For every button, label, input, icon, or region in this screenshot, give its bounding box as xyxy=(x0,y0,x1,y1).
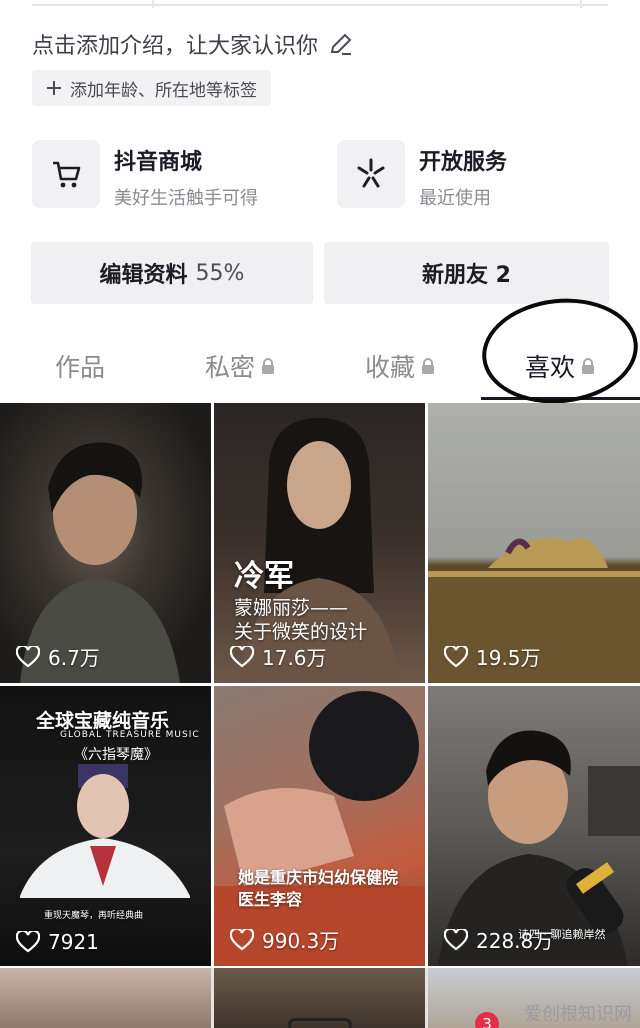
profile-completion-percent: 55% xyxy=(195,260,245,286)
video-thumbnail[interactable]: 19.5万 xyxy=(428,403,640,683)
lock-icon xyxy=(422,357,434,374)
heart-icon xyxy=(16,645,40,667)
like-count: 17.6万 xyxy=(230,642,327,671)
watermark-text: 爱创根知识网 xyxy=(524,1004,632,1025)
service-subtitle: 美好生活触手可得 xyxy=(114,188,258,209)
service-title: 抖音商城 xyxy=(114,150,203,175)
man-with-microphone-illustration xyxy=(438,730,640,966)
like-count: 19.5万 xyxy=(444,642,541,671)
like-count: 990.3万 xyxy=(230,925,339,954)
video-thumbnail[interactable]: 她是重庆市妇幼保健院 医生李容 990.3万 xyxy=(214,686,425,966)
video-caption-line: 关于微笑的设计 xyxy=(234,621,368,643)
like-count-text: 19.5万 xyxy=(476,646,541,670)
new-friends-button[interactable]: 新朋友 2 xyxy=(324,242,609,304)
top-divider xyxy=(32,0,608,8)
profile-tabs: 作品 私密 收藏 喜欢 xyxy=(0,330,640,402)
costume-character-illustration xyxy=(20,764,190,898)
tab-label: 收藏 xyxy=(364,353,415,382)
seedling-soil-illustration xyxy=(428,537,640,683)
video-caption-line: 她是重庆市妇幼保健院 xyxy=(238,868,399,887)
service-title: 开放服务 xyxy=(419,150,508,175)
add-tags-chip[interactable]: 添加年龄、所在地等标签 xyxy=(32,70,271,106)
like-count-text: 990.3万 xyxy=(262,929,340,953)
new-friends-label: 新朋友 2 xyxy=(422,263,511,288)
service-douyin-mall[interactable]: 抖音商城 美好生活触手可得 xyxy=(32,140,258,210)
like-count-text: 7921 xyxy=(48,930,99,954)
video-caption-line: 重现天魔琴，再听经典曲 xyxy=(44,911,144,921)
like-count-text: 6.7万 xyxy=(48,646,100,670)
video-thumbnail[interactable]: 全球宝藏纯音乐 GLOBAL TREASURE MUSIC 《六指琴魔》 重现天… xyxy=(0,686,211,966)
heart-icon xyxy=(230,928,254,950)
tab-likes[interactable]: 喜欢 xyxy=(480,330,640,402)
tag-chip-label: 添加年龄、所在地等标签 xyxy=(70,80,257,101)
portrait-man-illustration xyxy=(20,442,180,683)
like-count-text: 17.6万 xyxy=(262,646,327,670)
tab-works[interactable]: 作品 xyxy=(0,330,160,402)
service-subtitle: 最近使用 xyxy=(419,188,491,209)
video-thumbnail[interactable]: 6.7万 xyxy=(0,403,211,683)
video-caption-title: 冷军 xyxy=(234,559,294,594)
tab-label: 作品 xyxy=(54,353,105,382)
video-thumbnail[interactable]: 冷军 蒙娜丽莎—— 关于微笑的设计 17.6万 xyxy=(214,403,425,683)
asterisk-icon-box xyxy=(337,140,405,208)
like-count: 6.7万 xyxy=(16,642,100,671)
like-count: 7921 xyxy=(16,930,99,954)
lock-icon xyxy=(582,357,594,374)
video-thumbnail[interactable]: 诗四 · 聊追赖岸然 228.8万 xyxy=(428,686,640,966)
video-thumbnail-partial[interactable] xyxy=(0,968,211,1028)
heart-icon xyxy=(444,645,468,667)
like-count: 228.8万 xyxy=(444,925,553,954)
tab-private[interactable]: 私密 xyxy=(160,330,320,402)
heart-icon xyxy=(16,931,40,953)
video-caption-line: 医生李容 xyxy=(238,890,303,909)
heart-icon xyxy=(230,645,254,667)
cart-icon xyxy=(53,161,81,188)
asterisk-icon xyxy=(357,158,385,188)
doctor-scene-illustration xyxy=(214,691,425,966)
cart-icon-box xyxy=(32,140,100,208)
service-open-services[interactable]: 开放服务 最近使用 xyxy=(337,140,507,210)
plus-icon xyxy=(47,81,61,95)
lock-icon xyxy=(262,357,274,374)
heart-icon xyxy=(444,928,468,950)
active-tab-indicator xyxy=(481,397,640,400)
home-indicator xyxy=(288,1018,352,1028)
like-count-text: 228.8万 xyxy=(476,929,554,953)
edit-pencil-icon xyxy=(330,33,352,55)
edit-profile-label: 编辑资料 xyxy=(99,263,188,288)
edit-profile-button[interactable]: 编辑资料 55% xyxy=(31,242,313,304)
tab-favorites[interactable]: 收藏 xyxy=(320,330,480,402)
tab-label: 喜欢 xyxy=(524,353,575,382)
video-caption-line: 蒙娜丽莎—— xyxy=(234,597,349,619)
bio-prompt[interactable]: 点击添加介绍，让大家认识你 xyxy=(32,28,354,60)
bio-text: 点击添加介绍，让大家认识你 xyxy=(32,34,319,59)
tab-label: 私密 xyxy=(204,353,255,382)
